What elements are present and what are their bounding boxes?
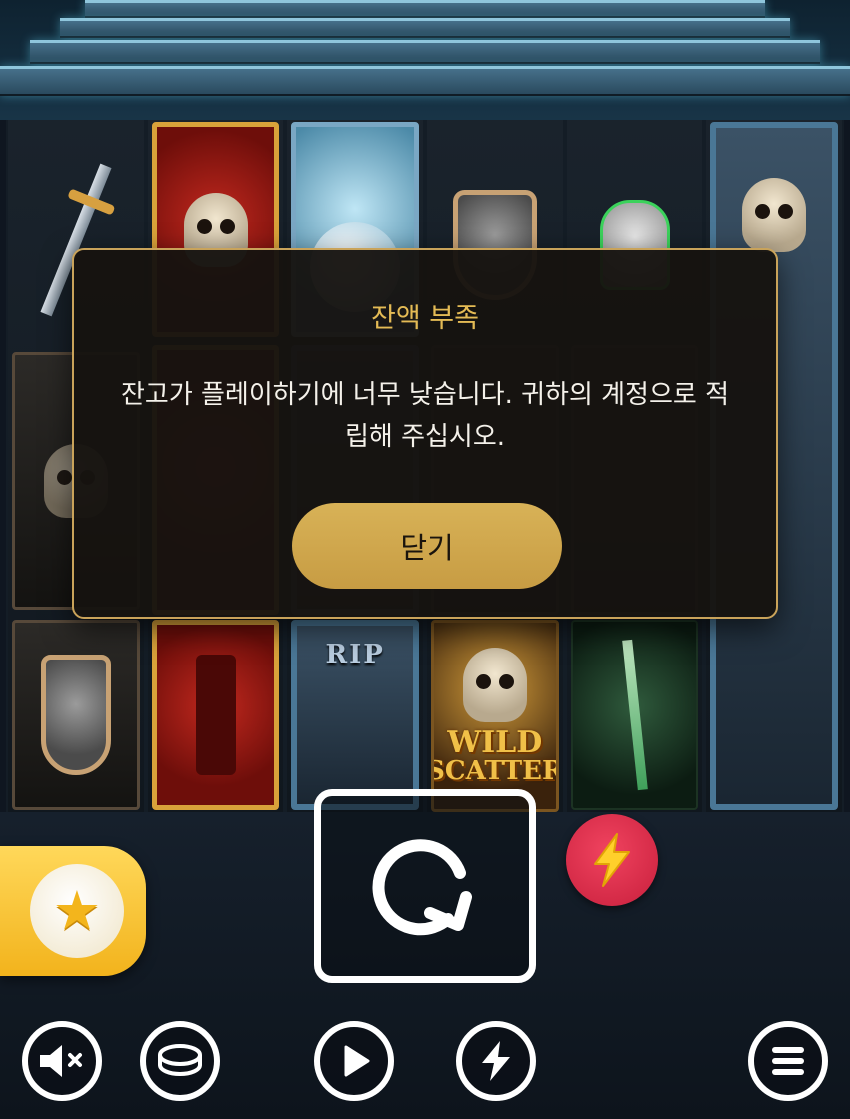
red-robe-symbol bbox=[151, 620, 280, 810]
wild-scatter-symbol: WILD SCATTER bbox=[431, 620, 559, 812]
spin-button[interactable] bbox=[314, 789, 536, 983]
tombstone-label: RIP bbox=[325, 640, 385, 670]
insufficient-funds-dialog: 잔액 부족 잔고가 플레이하기에 너무 낮습니다. 귀하의 계정으로 적립해 주… bbox=[72, 248, 778, 619]
temple-backdrop bbox=[0, 0, 850, 120]
skeleton-symbol bbox=[570, 620, 699, 810]
autoplay-button[interactable] bbox=[314, 1021, 394, 1101]
menu-icon bbox=[772, 1047, 804, 1075]
play-icon bbox=[344, 1045, 370, 1077]
lightning-icon bbox=[594, 833, 630, 887]
spin-arrow-icon bbox=[372, 839, 472, 936]
speaker-muted-icon bbox=[40, 1045, 82, 1077]
dialog-title: 잔액 부족 bbox=[371, 303, 479, 334]
turbo-button[interactable] bbox=[566, 814, 658, 906]
star-icon: ★ bbox=[30, 864, 124, 958]
quickspin-button[interactable] bbox=[456, 1021, 536, 1101]
wild-label: WILD bbox=[447, 725, 543, 760]
scatter-label: SCATTER bbox=[431, 756, 559, 786]
lightning-icon bbox=[482, 1041, 510, 1081]
sound-button[interactable] bbox=[22, 1021, 102, 1101]
close-button[interactable]: 닫기 bbox=[292, 503, 562, 589]
coin-icon bbox=[158, 1044, 202, 1076]
menu-button[interactable] bbox=[748, 1021, 828, 1101]
tombstone-symbol: RIP bbox=[291, 620, 420, 810]
dialog-message: 잔고가 플레이하기에 너무 낮습니다. 귀하의 계정으로 적립해 주십시오. bbox=[120, 380, 729, 452]
shield-symbol bbox=[12, 620, 140, 810]
bet-button[interactable] bbox=[140, 1021, 220, 1101]
favorites-button[interactable]: ★ bbox=[0, 846, 146, 976]
